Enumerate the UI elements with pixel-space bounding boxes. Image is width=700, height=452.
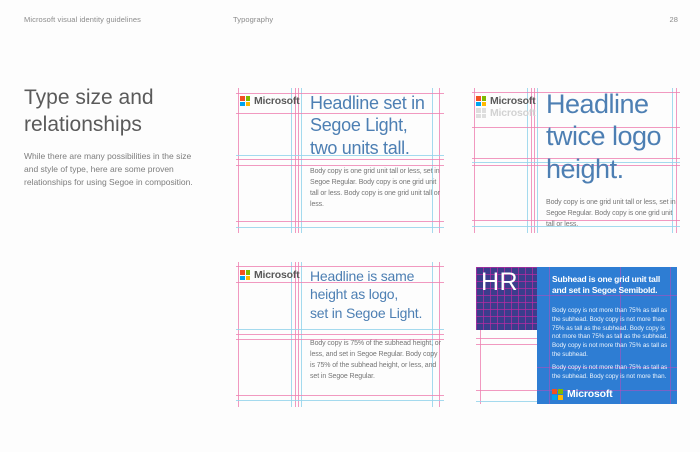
grid-guide <box>291 262 292 407</box>
spec-panel-subhead-blue: HR Subhead is one grid unit tall and set… <box>476 267 677 404</box>
grid-guide <box>236 165 444 166</box>
grid-guide <box>549 267 550 404</box>
microsoft-logo-ghost: Microsoft <box>476 107 535 119</box>
grid-guide <box>439 262 440 407</box>
grid-guide <box>301 262 302 407</box>
grid-guide <box>236 400 444 401</box>
grid-guide <box>236 329 444 330</box>
spec-panel-two-units: Microsoft Headline set in Segoe Light, t… <box>236 88 444 233</box>
grid-guide <box>238 88 239 233</box>
guidelines-page: Microsoft visual identity guidelines Typ… <box>0 0 700 452</box>
spec-panel-twice-logo: Microsoft Microsoft Headline twice logo … <box>472 88 680 233</box>
grid-guide <box>298 88 299 233</box>
grid-guide <box>476 338 537 339</box>
grid-guide <box>476 344 537 345</box>
microsoft-logo-ghost-icon <box>476 108 486 118</box>
microsoft-logo-text: Microsoft <box>254 269 299 281</box>
microsoft-logo-text: Microsoft <box>567 388 612 400</box>
grid-guide <box>432 88 433 233</box>
grid-guide <box>537 88 538 233</box>
blue-layout-example: Subhead is one grid unit tall and set in… <box>537 267 677 404</box>
spec-panel-same-height: Microsoft Headline is same height as log… <box>236 262 444 407</box>
header-page-number: 28 <box>669 15 678 24</box>
page-title: Type size and relationships <box>24 84 154 139</box>
grid-guide <box>236 159 444 160</box>
header-section-label: Typography <box>233 15 273 24</box>
grid-guide <box>236 221 444 222</box>
panel-headline: Headline set in Segoe Light, two units t… <box>310 92 425 159</box>
microsoft-logo-text: Microsoft <box>490 95 535 107</box>
grid-guide <box>295 88 296 233</box>
grid-guide <box>236 395 444 396</box>
hr-monogram-text: HR <box>476 267 537 295</box>
microsoft-logo-icon <box>240 96 250 106</box>
panel-body-copy: Body copy is one grid unit tall or less,… <box>310 167 442 210</box>
panel-body-copy: Body copy is one grid unit tall or less,… <box>546 198 680 231</box>
microsoft-logo: Microsoft <box>240 269 299 281</box>
microsoft-logo: Microsoft <box>552 388 612 400</box>
microsoft-logo-icon <box>476 96 486 106</box>
microsoft-logo-text: Microsoft <box>254 95 299 107</box>
grid-guide <box>236 227 444 228</box>
grid-guide <box>439 88 440 233</box>
grid-guide <box>474 88 475 233</box>
panel-headline: Headline is same height as logo, set in … <box>310 267 422 322</box>
panel-subhead: Subhead is one grid unit tall and set in… <box>552 274 660 297</box>
panel-body-copy: Body copy is not more than 75% as tall a… <box>552 364 672 382</box>
microsoft-logo-icon <box>240 270 250 280</box>
hr-monogram-tile: HR <box>476 267 537 330</box>
microsoft-logo-ghost-text: Microsoft <box>490 107 535 119</box>
panel-headline: Headline twice logo height. <box>546 88 661 185</box>
grid-guide <box>298 262 299 407</box>
grid-guide <box>480 330 481 404</box>
microsoft-logo-icon <box>552 389 563 400</box>
grid-guide <box>238 262 239 407</box>
header-brand-text: Microsoft visual identity guidelines <box>24 15 141 24</box>
panel-body-copy: Body copy is 75% of the subhead height, … <box>310 339 443 382</box>
grid-guide <box>301 88 302 233</box>
grid-guide <box>476 401 537 402</box>
grid-guide <box>236 334 444 335</box>
grid-guide <box>295 262 296 407</box>
intro-paragraph: While there are many possibilities in th… <box>24 150 193 188</box>
grid-guide <box>432 262 433 407</box>
microsoft-logo: Microsoft <box>476 95 535 107</box>
panel-body-copy: Body copy is not more than 75% as tall a… <box>552 307 672 360</box>
grid-guide <box>476 390 537 391</box>
grid-guide <box>291 88 292 233</box>
microsoft-logo: Microsoft <box>240 95 299 107</box>
